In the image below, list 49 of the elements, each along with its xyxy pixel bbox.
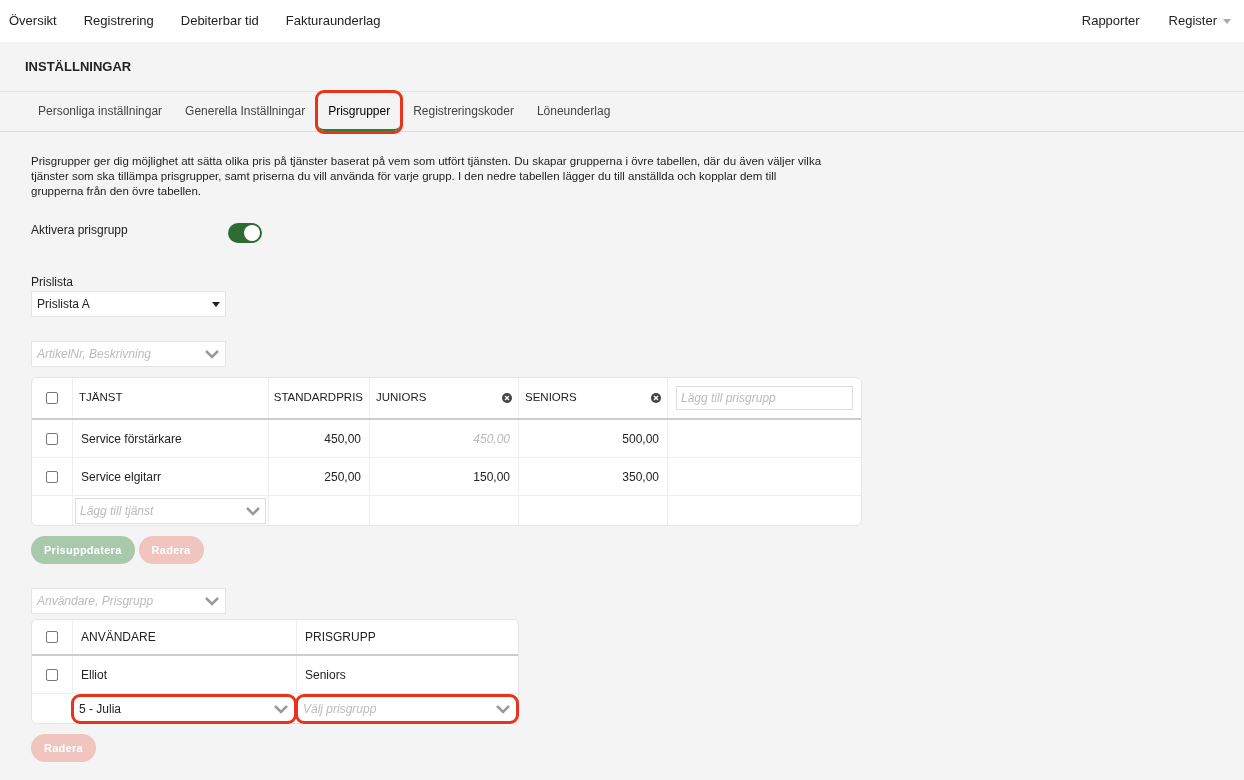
chevron-down-icon [495, 703, 511, 714]
table-cell-text: 350,00 [622, 468, 659, 486]
nav-link[interactable]: Registrering [83, 11, 154, 31]
remove-column-icon[interactable] [502, 393, 512, 403]
chevron-down-icon [204, 596, 220, 606]
table-cell-text: Service förstärkare [81, 430, 182, 448]
checkbox[interactable] [46, 631, 58, 643]
add-group-field[interactable]: Lägg till prisgrupp [676, 386, 853, 410]
tab[interactable]: Generella Inställningar [175, 93, 316, 131]
column-header: ANVÄNDARE [81, 629, 156, 646]
column-header: PRISGRUPP [305, 629, 376, 646]
description-text: Prisgrupper ger dig möjlighet att sätta olika pris på tjänster baserat på vem som utfört tjänsten. Du skapar grupperna i övre tabellen, där du även väljer vilka tjänster som ska tillämpa prisgrupper, samt priserna du vill använda för varje grupp. I den nedre tabellen lägger du till anställda och kopplar dem till grupperna från den övre tabellen. [31, 154, 823, 199]
chevron-down-icon [245, 505, 261, 516]
column-header: TJÄNST [79, 390, 123, 406]
checkbox[interactable] [46, 392, 58, 404]
caret-icon [1223, 18, 1231, 24]
nav-link[interactable]: Fakturaunderlag [285, 11, 381, 31]
checkbox[interactable] [46, 432, 58, 445]
tab[interactable]: Personliga inställningar [28, 93, 173, 131]
nav-link[interactable]: Rapporter [1081, 11, 1140, 31]
checkbox[interactable] [46, 668, 58, 681]
toggle-switch[interactable] [227, 223, 262, 243]
nav-link[interactable]: Debiterbar tid [180, 11, 259, 31]
table-cell-text: 450,00 [473, 430, 510, 448]
table-cell-text: Elliot [81, 666, 107, 684]
table-cell-text: Service elgitarr [81, 468, 162, 486]
nav-link[interactable]: Register [1168, 11, 1231, 31]
tab[interactable]: Registreringskoder [403, 93, 524, 131]
column-header: SENIORS [525, 390, 577, 406]
table-cell-text: 450,00 [324, 430, 361, 448]
price-list-dropdown[interactable]: Prislista A [31, 291, 226, 317]
page-title: INSTÄLLNINGAR [25, 57, 132, 76]
toggle-label: Aktivera prisgrupp [31, 222, 128, 239]
column-header: JUNIORS [376, 390, 427, 406]
table-cell-text: 150,00 [473, 468, 510, 486]
remove-column-icon[interactable] [651, 393, 661, 403]
nav-link[interactable]: Översikt [9, 11, 57, 31]
table-cell-text: 250,00 [324, 468, 361, 486]
column-header: STANDARDPRIS [273, 390, 363, 406]
table-cell-text: 500,00 [622, 430, 659, 448]
table-cell-text: Seniors [305, 666, 346, 684]
tab[interactable]: Löneunderlag [526, 93, 621, 131]
checkbox[interactable] [46, 470, 58, 483]
chevron-down-icon [273, 703, 289, 714]
user-dropdown[interactable]: 5 - Julia [74, 696, 294, 721]
caret-icon [212, 301, 220, 307]
tab[interactable]: Prisgrupper [318, 93, 401, 131]
field-label: Prislista [31, 274, 74, 291]
chevron-down-icon [204, 349, 220, 359]
